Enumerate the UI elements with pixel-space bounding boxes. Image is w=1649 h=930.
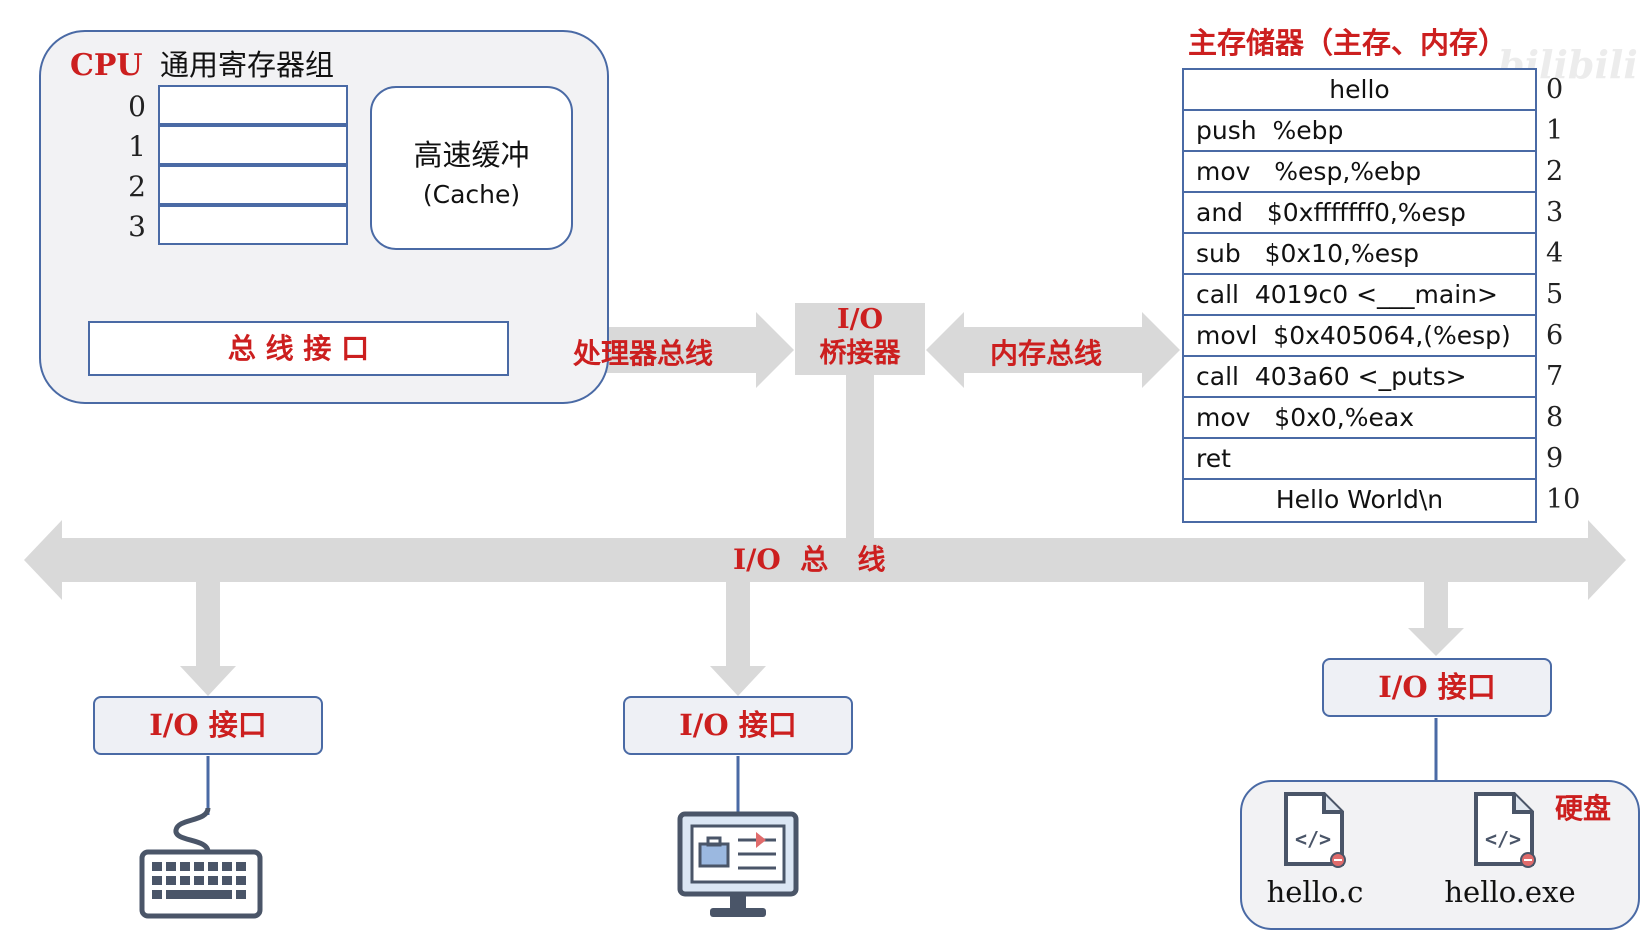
disk-label: 硬盘 [1555,792,1612,825]
register-index: 1 [128,130,146,163]
executable-file-name: hello.exe [1444,875,1576,909]
register-index: 3 [128,210,146,243]
processor-bus-label: 处理器总线 [573,337,714,370]
memory-address-index: 10 [1546,484,1581,515]
bridge-io-connector [846,372,874,542]
register-2 [158,165,348,205]
memory-bus-label: 内存总线 [990,337,1103,370]
memory-table: hello push %ebp mov %esp,%ebp and $0xffffff… [1182,68,1537,523]
display-io-interface: I/O 接口 [623,696,853,755]
disk-drop-arrow [1408,582,1464,656]
memory-address-index: 5 [1546,279,1564,310]
memory-row: call 4019c0 <___main> [1184,275,1535,316]
cache-label: 高速缓冲 [413,138,530,172]
memory-row: hello [1184,70,1535,111]
memory-row: mov %esp,%ebp [1184,152,1535,193]
disk-io-interface: I/O 接口 [1322,658,1552,717]
executable-file-icon: </> [1474,792,1536,868]
memory-address-index: 3 [1546,197,1564,228]
memory-row: and $0xfffffff0,%esp [1184,193,1535,234]
cache-box: 高速缓冲 (Cache) [370,86,573,250]
svg-text:</>: </> [1485,827,1521,851]
memory-row: ret [1184,439,1535,480]
io-bridge-line1: I/O [836,304,883,335]
register-0 [158,85,348,125]
memory-row: movl $0x405064,(%esp) [1184,316,1535,357]
register-group-label: 通用寄存器组 [160,48,335,82]
register-index: 0 [128,90,146,123]
io-bridge: I/O 桥接器 [795,303,925,375]
svg-text:</>: </> [1295,827,1331,851]
source-file-icon: </> [1284,792,1346,868]
memory-address-index: 2 [1546,156,1564,187]
memory-address-index: 7 [1546,361,1564,392]
memory-row: mov $0x0,%eax [1184,398,1535,439]
memory-row: Hello World\n [1275,485,1444,514]
memory-row: call 403a60 <_puts> [1184,357,1535,398]
memory-title: 主存储器（主存、内存） [1188,26,1508,60]
memory-row: push %ebp [1184,111,1535,152]
memory-address-index: 0 [1546,74,1564,105]
display-drop-arrow [710,582,766,696]
io-bridge-line2: 桥接器 [819,338,901,369]
register-3 [158,205,348,245]
register-index: 2 [128,170,146,203]
memory-address-index: 9 [1546,443,1564,474]
cache-sublabel: (Cache) [422,180,521,209]
memory-address-index: 1 [1546,115,1564,146]
source-file-name: hello.c [1266,875,1364,909]
keyboard-icon [139,808,263,919]
io-bus-label: I/O 总 线 [733,543,886,576]
keyboard-io-interface: I/O 接口 [93,696,323,755]
memory-row: sub $0x10,%esp [1184,234,1535,275]
bus-interface: 总 线 接 口 [88,321,509,376]
register-1 [158,125,348,165]
monitor-icon [677,811,799,917]
memory-address-index: 4 [1546,238,1564,269]
keyboard-drop-arrow [180,582,236,696]
memory-address-index: 8 [1546,402,1564,433]
cpu-label: CPU [70,48,143,83]
memory-address-index: 6 [1546,320,1564,351]
